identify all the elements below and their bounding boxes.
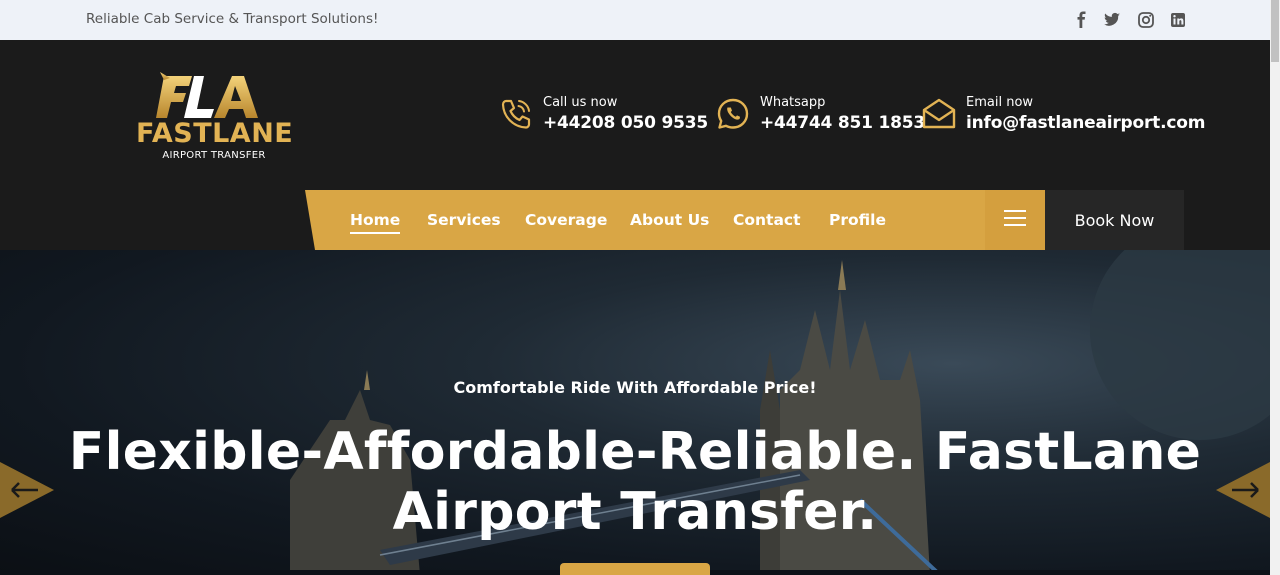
contact-email[interactable]: Email now info@fastlaneairport.com <box>920 95 1205 133</box>
contact-whatsapp-value[interactable]: +44744 851 1853 <box>760 113 925 133</box>
slider-next-button[interactable] <box>1214 462 1270 518</box>
hamburger-icon <box>1003 208 1027 232</box>
contact-whatsapp-label: Whatsapp <box>760 95 826 110</box>
whatsapp-icon <box>714 95 752 133</box>
book-now-button[interactable]: Book Now <box>1045 190 1184 250</box>
logo-name: FASTLANE <box>136 118 294 149</box>
main-nav: Home Services Coverage About Us Contact … <box>305 190 1045 250</box>
phone-icon <box>497 95 535 133</box>
site-logo[interactable]: FASTLANE AIRPORT TRANSFER <box>134 68 294 168</box>
scrollbar[interactable] <box>1270 0 1280 575</box>
menu-toggle-button[interactable] <box>985 190 1045 250</box>
contact-call-value[interactable]: +44208 050 9535 <box>543 113 708 133</box>
instagram-icon[interactable] <box>1137 11 1155 29</box>
nav-item-home[interactable]: Home <box>350 211 401 234</box>
contact-email-label: Email now <box>966 95 1034 110</box>
twitter-icon[interactable] <box>1103 11 1121 29</box>
facebook-icon[interactable] <box>1073 11 1091 29</box>
contact-call-label: Call us now <box>543 95 618 110</box>
hero-title-line-1: Flexible-Affordable-Reliable. FastLane <box>68 422 1202 482</box>
scrollbar-thumb[interactable] <box>1271 0 1279 62</box>
hero-title: Flexible-Affordable-Reliable. FastLane A… <box>0 422 1270 542</box>
hero-title-line-2: Airport Transfer. <box>392 482 878 542</box>
contact-call[interactable]: Call us now +44208 050 9535 <box>497 95 708 133</box>
nav-item-contact[interactable]: Contact <box>733 211 801 229</box>
hero-subtitle: Comfortable Ride With Affordable Price! <box>453 378 817 397</box>
logo-subtitle: AIRPORT TRANSFER <box>162 150 266 161</box>
hero-cta-button[interactable] <box>560 563 710 575</box>
nav-item-services[interactable]: Services <box>427 211 501 229</box>
nav-item-about-us[interactable]: About Us <box>630 211 709 229</box>
contact-email-value[interactable]: info@fastlaneairport.com <box>966 113 1205 133</box>
site-header: FASTLANE AIRPORT TRANSFER Call us now +4… <box>0 40 1270 250</box>
envelope-icon <box>920 95 958 133</box>
tagline: Reliable Cab Service & Transport Solutio… <box>86 11 379 27</box>
linkedin-icon[interactable] <box>1169 11 1187 29</box>
nav-item-coverage[interactable]: Coverage <box>525 211 607 229</box>
nav-item-profile[interactable]: Profile <box>829 211 886 229</box>
top-bar: Reliable Cab Service & Transport Solutio… <box>0 0 1270 40</box>
hero-slider: Comfortable Ride With Affordable Price! … <box>0 250 1270 575</box>
contact-whatsapp[interactable]: Whatsapp +44744 851 1853 <box>714 95 925 133</box>
slider-prev-button[interactable] <box>0 462 56 518</box>
